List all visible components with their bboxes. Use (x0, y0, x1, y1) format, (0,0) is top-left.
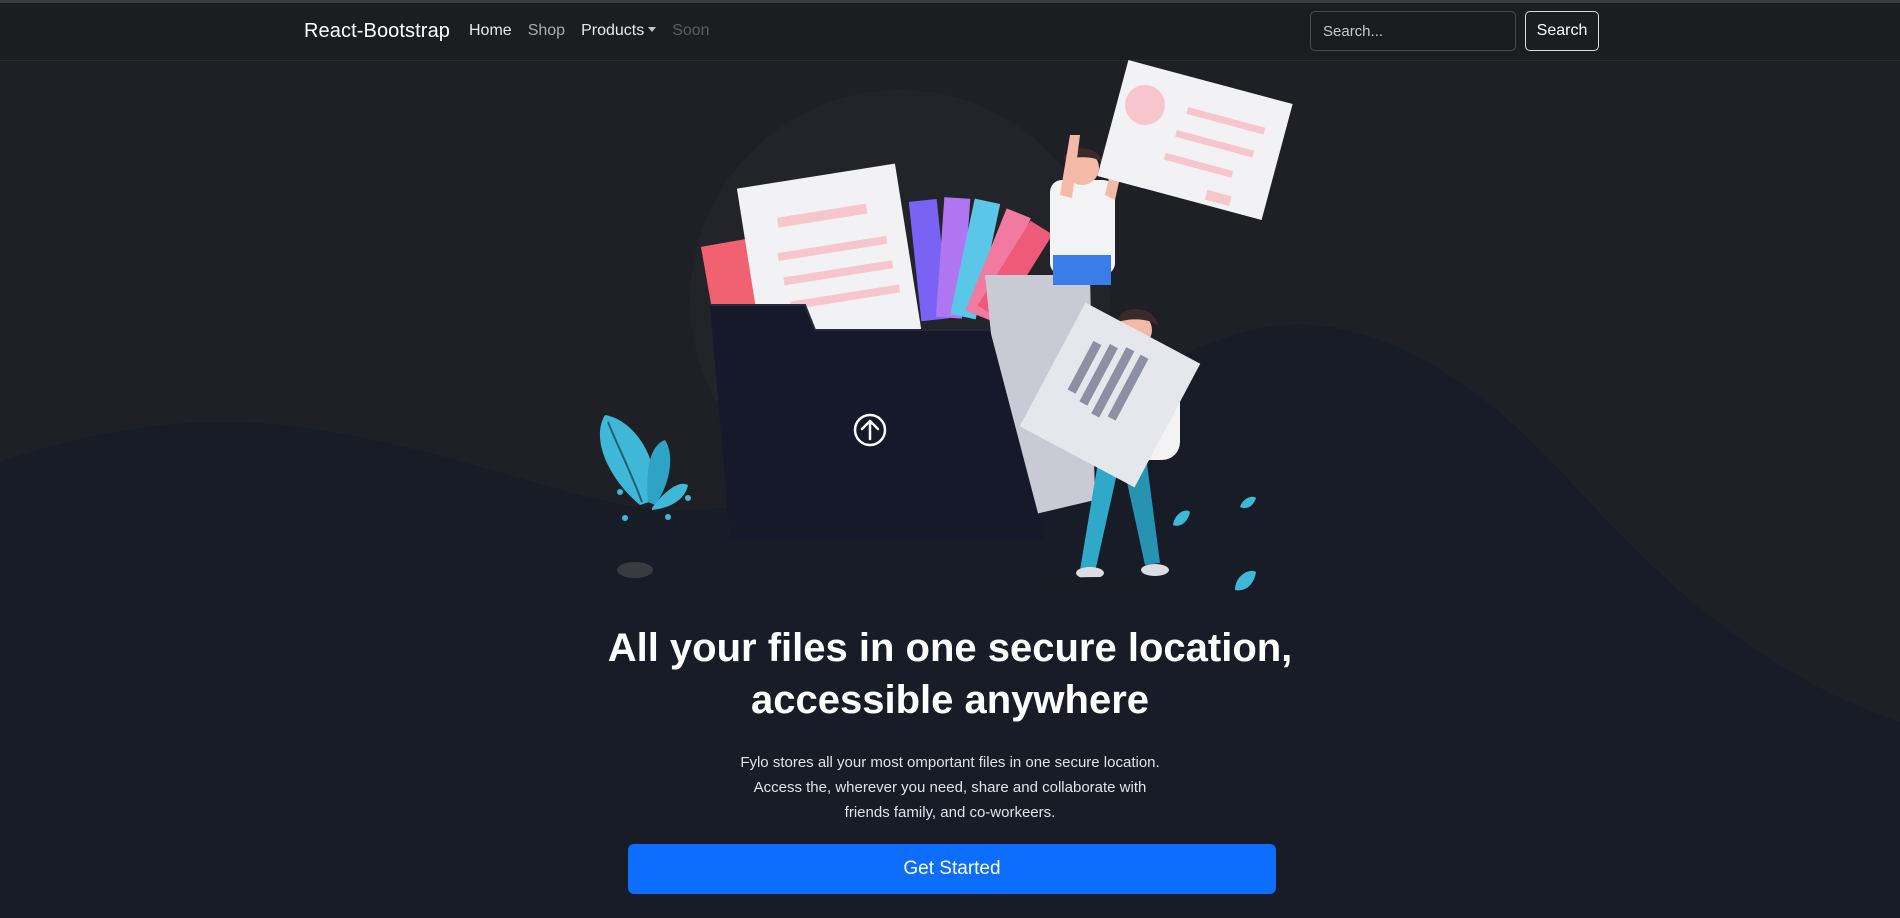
nav-link-home[interactable]: Home (469, 22, 512, 40)
person-top-illustration (1050, 60, 1293, 285)
plant-illustration (599, 415, 691, 578)
hero-description-line2: Access the, wherever you need, share and… (753, 779, 1147, 796)
caret-down-icon (648, 27, 657, 32)
hero-description-line3: friends family, and co-workeers. (844, 804, 1056, 821)
nav-dropdown-products-label: Products (581, 22, 645, 39)
nav-dropdown-products[interactable]: Products (581, 22, 657, 40)
hero-headline: All your files in one secure location, a… (540, 622, 1360, 726)
nav-links: Home Shop Products Soon (469, 22, 710, 40)
hero-illustration (599, 60, 1293, 591)
hero-description: Fylo stores all your most omportant file… (650, 750, 1250, 825)
search-input[interactable] (1310, 11, 1516, 51)
hero-description-line1: Fylo stores all your most omportant file… (740, 754, 1160, 771)
nav-link-soon: Soon (672, 22, 710, 39)
search-button[interactable]: Search (1525, 11, 1599, 51)
hero-headline-line1: All your files in one secure location, (607, 626, 1293, 670)
nav-link-shop[interactable]: Shop (528, 22, 565, 40)
get-started-button[interactable]: Get Started (628, 844, 1276, 894)
navbar-brand[interactable]: React-Bootstrap (304, 20, 450, 43)
navbar: React-Bootstrap Home Shop Products Soon … (0, 3, 1900, 61)
hero-headline-line2: accessible anywhere (750, 678, 1150, 722)
